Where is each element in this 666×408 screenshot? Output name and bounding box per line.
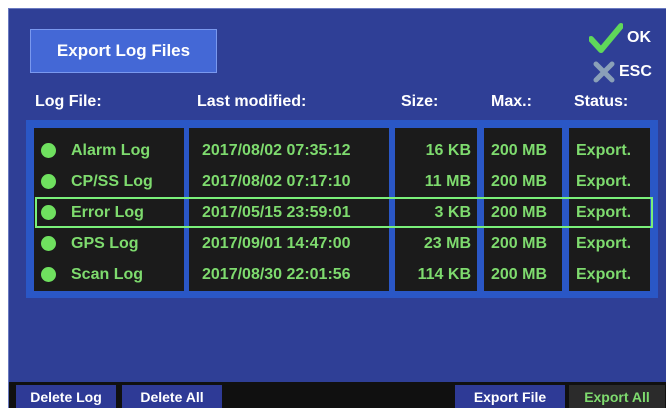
checkmark-icon [589,23,623,53]
log-modified: 2017/05/15 23:59:01 [202,204,351,221]
ok-button[interactable]: OK [589,23,651,53]
log-size: 3 KB [434,204,471,221]
header-last-modified: Last modified: [197,93,307,110]
header-max: Max.: [491,93,532,110]
log-status: Export. [576,266,632,283]
dot-icon [41,205,56,220]
log-name: Error Log [71,204,144,221]
log-size: 11 MB [424,173,471,190]
log-modified: 2017/09/01 14:47:00 [202,235,351,252]
log-max: 200 MB [491,204,548,221]
dot-icon [41,143,56,158]
delete-log-button[interactable]: Delete Log [16,385,116,408]
log-modified: 2017/08/02 07:35:12 [202,142,351,159]
x-icon [593,61,615,83]
log-size: 114 KB [417,266,471,283]
log-max: 200 MB [491,266,548,283]
header-status: Status: [574,93,629,110]
log-table: Alarm Log 2017/08/02 07:35:12 16 KB 200 … [26,120,658,298]
esc-button[interactable]: ESC [593,61,652,83]
log-modified: 2017/08/30 22:01:56 [202,266,351,283]
log-name: Scan Log [71,266,144,283]
export-all-button[interactable]: Export All [569,385,665,408]
log-max: 200 MB [491,173,548,190]
log-status: Export. [576,235,632,252]
log-size: 23 MB [423,235,471,252]
log-size: 16 KB [425,142,471,159]
header-size: Size: [401,93,439,110]
log-max: 200 MB [491,142,548,159]
dot-icon [41,236,56,251]
dot-icon [41,267,56,282]
log-status: Export. [576,173,632,190]
export-log-screen: Export Log Files OK ESC Log File: Last m… [8,8,666,408]
title-button: Export Log Files [30,29,217,73]
log-name: Alarm Log [71,142,151,159]
log-name: CP/SS Log [71,173,153,190]
esc-label: ESC [619,63,652,80]
log-status: Export. [576,142,632,159]
log-modified: 2017/08/02 07:17:10 [202,173,351,190]
log-name: GPS Log [71,235,139,252]
header-log-file: Log File: [35,93,102,110]
ok-label: OK [627,29,651,46]
log-max: 200 MB [491,235,548,252]
delete-all-button[interactable]: Delete All [122,385,222,408]
dot-icon [41,174,56,189]
export-file-button[interactable]: Export File [455,385,565,408]
log-status: Export. [576,204,632,221]
